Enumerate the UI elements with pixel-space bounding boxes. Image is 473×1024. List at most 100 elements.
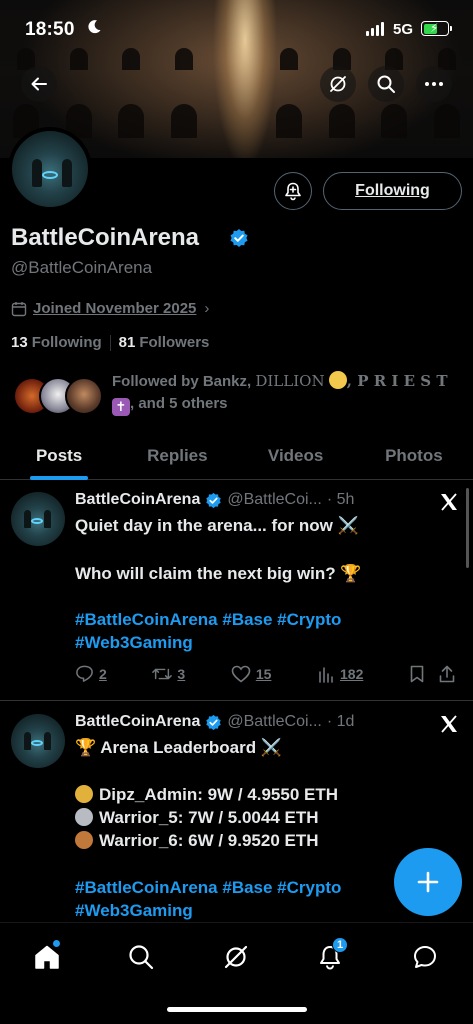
home-unread-dot bbox=[53, 940, 60, 947]
x-logo-icon[interactable] bbox=[439, 714, 459, 734]
calendar-icon bbox=[11, 301, 27, 316]
post-author-name[interactable]: BattleCoinArena bbox=[75, 491, 200, 509]
chat-bubble-icon bbox=[414, 946, 436, 968]
leaderboard-row-2: Warrior_5: 7W / 5.0044 ETH bbox=[75, 806, 319, 830]
more-button[interactable] bbox=[416, 66, 452, 102]
search-icon bbox=[377, 75, 395, 93]
home-indicator[interactable] bbox=[167, 1007, 307, 1012]
gold-medal-icon bbox=[75, 785, 93, 803]
tab-replies[interactable]: Replies bbox=[118, 432, 236, 479]
following-count[interactable]: 13 bbox=[11, 334, 28, 351]
bell-plus-icon bbox=[285, 182, 301, 201]
chevron-right-icon: › bbox=[204, 300, 210, 317]
compose-button[interactable] bbox=[394, 848, 462, 916]
scrollbar[interactable] bbox=[466, 488, 469, 568]
following-label[interactable]: Following bbox=[32, 334, 102, 351]
leaderboard-entry: Warrior_5: 7W / 5.0044 ETH bbox=[99, 808, 319, 827]
signal-icon bbox=[366, 22, 384, 36]
post-avatar[interactable] bbox=[11, 492, 65, 546]
nav-search[interactable] bbox=[121, 937, 161, 977]
followers-label[interactable]: Followers bbox=[139, 334, 209, 351]
reply-button[interactable]: 2 bbox=[75, 664, 107, 683]
post-hashtags[interactable]: #Web3Gaming bbox=[75, 631, 193, 655]
post-actions: 2 3 15 182 bbox=[75, 664, 455, 683]
x-logo-icon[interactable] bbox=[439, 492, 459, 512]
grok-icon bbox=[330, 76, 346, 92]
verified-badge-icon[interactable] bbox=[229, 228, 249, 248]
nav-grok[interactable] bbox=[216, 937, 256, 977]
tab-videos[interactable]: Videos bbox=[237, 432, 355, 479]
notifications-badge: 1 bbox=[332, 937, 348, 953]
leaderboard-entry: Dipz_Admin: 9W / 4.9550 ETH bbox=[99, 785, 338, 804]
profile-name: BattleCoinArena bbox=[11, 224, 200, 251]
post-text-line: 🏆 Arena Leaderboard ⚔️ bbox=[75, 738, 283, 757]
post-item[interactable]: BattleCoinArena @BattleCoi... · 5h Quiet… bbox=[0, 480, 473, 701]
like-button[interactable]: 15 bbox=[231, 665, 272, 683]
grok-button[interactable] bbox=[320, 66, 356, 102]
search-button[interactable] bbox=[368, 66, 404, 102]
nav-notifications[interactable]: 1 bbox=[310, 937, 350, 977]
post-hashtags[interactable]: #Web3Gaming bbox=[75, 899, 193, 923]
post-author-handle[interactable]: @BattleCoi... bbox=[227, 491, 322, 509]
leaderboard-row-1: Dipz_Admin: 9W / 4.9550 ETH bbox=[75, 783, 338, 807]
heart-icon bbox=[231, 665, 251, 683]
follow-counts: 13 Following 81 Followers bbox=[11, 334, 209, 351]
tab-replies-label: Replies bbox=[147, 445, 208, 465]
joined-date[interactable]: Joined November 2025 › bbox=[11, 300, 209, 317]
follower-avatar-3 bbox=[65, 377, 103, 415]
silver-medal-icon bbox=[75, 808, 93, 826]
views-button[interactable]: 182 bbox=[317, 665, 363, 683]
post-author-handle[interactable]: @BattleCoi... bbox=[227, 713, 322, 731]
like-count: 15 bbox=[255, 665, 272, 682]
views-icon bbox=[319, 666, 333, 683]
notify-button[interactable] bbox=[274, 172, 312, 210]
post-header: BattleCoinArena @BattleCoi... · 1d bbox=[75, 713, 354, 731]
post-avatar[interactable] bbox=[11, 714, 65, 768]
followed-by-name-2: DILLION bbox=[255, 372, 325, 390]
profile-handle: @BattleCoinArena bbox=[11, 258, 153, 277]
bronze-medal-icon bbox=[75, 831, 93, 849]
reply-icon bbox=[76, 665, 93, 682]
views-count: 182 bbox=[340, 665, 364, 682]
tab-posts-label: Posts bbox=[35, 445, 83, 465]
post-time: · 1d bbox=[326, 713, 355, 730]
tab-posts[interactable]: Posts bbox=[0, 432, 118, 480]
followed-by-name-3: , P R I E S T bbox=[346, 372, 448, 390]
followers-count[interactable]: 81 bbox=[119, 334, 136, 351]
nav-messages[interactable] bbox=[405, 937, 445, 977]
smile-emoji-icon bbox=[328, 371, 347, 389]
followed-by-text[interactable]: Followed by Bankz, DILLION , P R I E S T… bbox=[112, 370, 462, 416]
plus-icon bbox=[417, 871, 439, 893]
post-hashtags[interactable]: #BattleCoinArena #Base #Crypto bbox=[75, 876, 341, 900]
network-label: 5G bbox=[393, 21, 414, 38]
home-icon bbox=[35, 945, 59, 969]
search-icon bbox=[129, 945, 154, 970]
followed-by-avatars[interactable] bbox=[13, 377, 105, 417]
grok-icon bbox=[224, 945, 248, 969]
leaderboard-row-3: Warrior_6: 6W / 9.9520 ETH bbox=[75, 829, 319, 853]
tab-photos[interactable]: Photos bbox=[355, 432, 473, 479]
tab-videos-label: Videos bbox=[267, 445, 324, 465]
repost-button[interactable]: 3 bbox=[152, 665, 185, 683]
back-button[interactable] bbox=[21, 66, 57, 102]
verified-badge-icon bbox=[206, 492, 222, 508]
followed-by-suffix: , and 5 others bbox=[130, 395, 228, 412]
followed-by-prefix: Followed by Bankz, bbox=[112, 373, 256, 390]
profile-avatar[interactable] bbox=[8, 127, 92, 211]
post-hashtags[interactable]: #BattleCoinArena #Base #Crypto bbox=[75, 608, 341, 632]
arrow-left-icon bbox=[31, 77, 47, 91]
following-button[interactable]: Following bbox=[323, 172, 462, 210]
nav-home[interactable] bbox=[27, 937, 67, 977]
profile-tabs: Posts Replies Videos Photos bbox=[0, 432, 473, 480]
share-icon[interactable] bbox=[439, 665, 455, 683]
verified-badge-icon bbox=[206, 714, 222, 730]
moon-icon bbox=[88, 20, 101, 34]
post-text-line: Quiet day in the arena... for now ⚔️ bbox=[75, 516, 359, 535]
post-author-name[interactable]: BattleCoinArena bbox=[75, 713, 200, 731]
post-time: · 5h bbox=[326, 491, 355, 508]
post-header: BattleCoinArena @BattleCoi... · 5h bbox=[75, 491, 354, 509]
bookmark-icon[interactable] bbox=[409, 665, 425, 683]
repost-icon bbox=[152, 668, 173, 679]
joined-label: Joined November 2025 bbox=[33, 300, 197, 317]
post-text-line: Who will claim the next big win? 🏆 bbox=[75, 564, 362, 583]
